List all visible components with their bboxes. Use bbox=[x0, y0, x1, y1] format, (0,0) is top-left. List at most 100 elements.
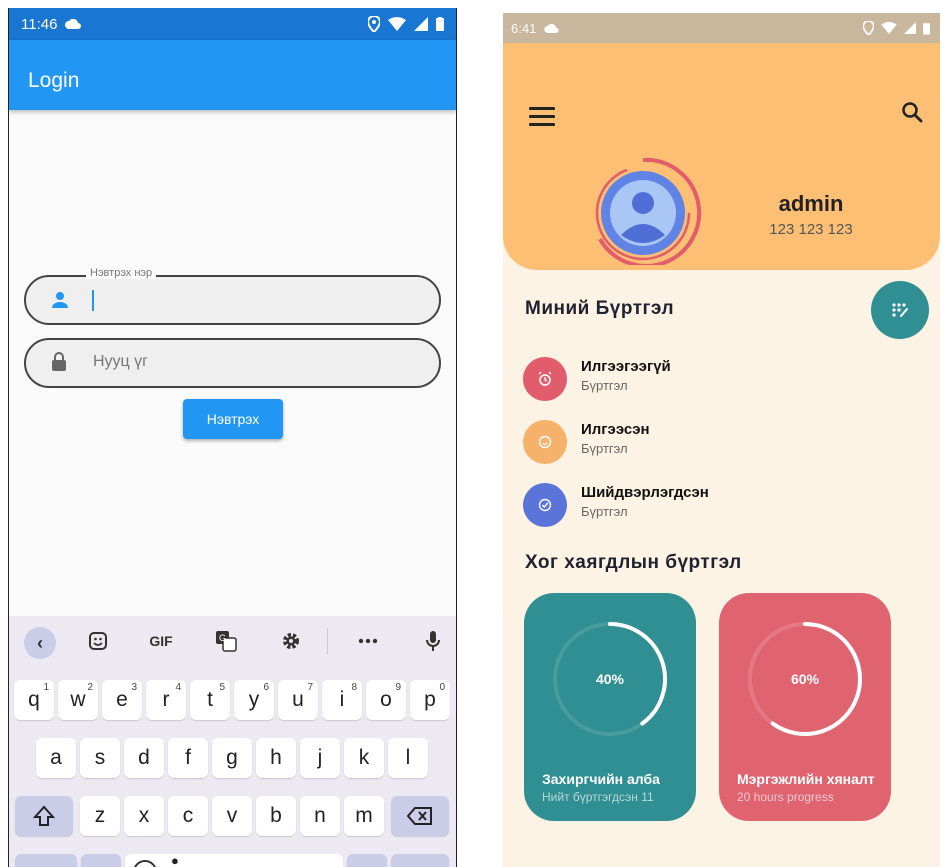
status-time: 6:41 bbox=[511, 20, 537, 36]
gear-icon[interactable] bbox=[277, 628, 305, 654]
shift-key[interactable] bbox=[15, 796, 73, 836]
key-j[interactable]: j bbox=[300, 738, 340, 778]
password-field[interactable]: Нууц үг bbox=[24, 338, 441, 388]
key-d[interactable]: d bbox=[124, 738, 164, 778]
key-s[interactable]: s bbox=[80, 738, 120, 778]
key-m[interactable]: m bbox=[344, 796, 384, 836]
paw-icon: ● bbox=[171, 853, 179, 867]
gif-button[interactable]: GIF bbox=[141, 628, 181, 654]
key-b[interactable]: b bbox=[256, 796, 296, 836]
user-name: admin bbox=[778, 191, 844, 216]
translate-icon[interactable]: G bbox=[212, 628, 240, 654]
key-k[interactable]: k bbox=[344, 738, 384, 778]
card-title: Захиргчийн алба bbox=[542, 771, 660, 787]
profile-header: admin 123 123 123 bbox=[503, 43, 940, 270]
chevron-left-icon[interactable]: ‹ bbox=[24, 627, 56, 659]
signal-icon bbox=[414, 17, 428, 31]
key-c[interactable]: c bbox=[168, 796, 208, 836]
avatar bbox=[583, 155, 703, 270]
person-icon bbox=[52, 292, 68, 308]
cloud-icon bbox=[65, 19, 82, 29]
card-title: Мэргэжлийн хяналт bbox=[737, 771, 875, 787]
microphone-icon[interactable] bbox=[419, 628, 447, 654]
key-p[interactable]: p0 bbox=[410, 680, 450, 720]
key-n[interactable]: n bbox=[300, 796, 340, 836]
card-subtitle: 20 hours progress bbox=[737, 790, 834, 804]
enter-key[interactable] bbox=[391, 854, 449, 867]
progress-card-inspection[interactable]: 60% Мэргэжлийн хяналт 20 hours progress bbox=[719, 593, 891, 821]
key-u[interactable]: u7 bbox=[278, 680, 318, 720]
key-o[interactable]: o9 bbox=[366, 680, 406, 720]
waste-registration-title: Хог хаягдлын бүртгэл bbox=[525, 552, 742, 573]
key-i[interactable]: i8 bbox=[322, 680, 362, 720]
space-key[interactable]: ● bbox=[125, 853, 343, 867]
key-f[interactable]: f bbox=[168, 738, 208, 778]
toolbar-divider bbox=[327, 628, 328, 654]
text-caret bbox=[92, 290, 94, 311]
key-z[interactable]: z bbox=[80, 796, 120, 836]
emoji-icon bbox=[133, 860, 157, 867]
registration-subtitle: Бүртгэл bbox=[581, 504, 628, 519]
app-bar-title: Login bbox=[28, 69, 80, 92]
card-subtitle: Нийт бүртгэгдсэн 11 bbox=[542, 790, 654, 804]
signal-icon bbox=[904, 22, 916, 34]
key-w[interactable]: w2 bbox=[58, 680, 98, 720]
search-icon[interactable] bbox=[901, 101, 923, 123]
dialpad-button[interactable] bbox=[871, 281, 929, 339]
comma-key[interactable] bbox=[81, 854, 121, 867]
status-bar: 11:46 bbox=[9, 8, 456, 40]
key-r[interactable]: r4 bbox=[146, 680, 186, 720]
login-button[interactable]: Нэвтрэх bbox=[183, 399, 283, 439]
key-a[interactable]: a bbox=[36, 738, 76, 778]
menu-icon[interactable] bbox=[529, 107, 555, 131]
key-y[interactable]: y6 bbox=[234, 680, 274, 720]
alarm-icon bbox=[538, 371, 552, 386]
registration-subtitle: Бүртгэл bbox=[581, 441, 628, 456]
key-v[interactable]: v bbox=[212, 796, 252, 836]
my-registration-title: Миний Бүртгэл bbox=[525, 298, 675, 319]
key-e[interactable]: e3 bbox=[102, 680, 142, 720]
keyboard-toolbar: ‹ GIF G bbox=[9, 616, 456, 666]
username-field[interactable]: Нэвтрэх нэр bbox=[24, 267, 441, 325]
wifi-icon bbox=[881, 22, 897, 34]
key-q[interactable]: q1 bbox=[14, 680, 54, 720]
username-label: Нэвтрэх нэр bbox=[86, 267, 157, 279]
user-phone: 123 123 123 bbox=[769, 221, 853, 238]
location-icon bbox=[368, 16, 380, 32]
key-t[interactable]: t5 bbox=[190, 680, 230, 720]
cloud-icon bbox=[544, 23, 559, 33]
progress-percent: 60% bbox=[790, 671, 820, 687]
sticker-icon[interactable] bbox=[84, 628, 112, 654]
status-bar: 6:41 bbox=[503, 13, 940, 43]
check-circle-icon bbox=[538, 498, 552, 512]
reg-dot-1 bbox=[523, 420, 567, 464]
registration-title: Шийдвэрлэгдсэн bbox=[581, 484, 709, 501]
location-icon bbox=[863, 21, 874, 35]
wifi-icon bbox=[388, 17, 406, 31]
progress-percent: 40% bbox=[595, 671, 625, 687]
lock-icon bbox=[52, 352, 66, 371]
backspace-key[interactable] bbox=[391, 796, 449, 836]
reg-dot-2 bbox=[523, 483, 567, 527]
registration-title: Илгээгээгүй bbox=[581, 358, 671, 375]
key-g[interactable]: g bbox=[212, 738, 252, 778]
progress-card-admin[interactable]: 40% Захиргчийн алба Нийт бүртгэгдсэн 11 bbox=[524, 593, 696, 821]
key-l[interactable]: l bbox=[388, 738, 428, 778]
registration-subtitle: Бүртгэл bbox=[581, 378, 628, 393]
battery-icon bbox=[436, 17, 444, 31]
login-screen: 11:46 Login Нэвтрэх нэр Нууц үг Нэвтрэх … bbox=[8, 8, 457, 867]
key-x[interactable]: x bbox=[124, 796, 164, 836]
registration-title: Илгээсэн bbox=[581, 421, 650, 438]
on-screen-keyboard: ‹ GIF G q1w2e3r4t5y6u7i8o9p0 asdfghjkl z… bbox=[9, 616, 456, 867]
symbols-key[interactable] bbox=[15, 854, 77, 867]
dialpad-icon bbox=[892, 303, 908, 317]
svg-text:G: G bbox=[219, 633, 226, 643]
dashboard-screen: 6:41 admin 123 123 123 Миний Бүртгэл Илг… bbox=[503, 13, 940, 867]
password-placeholder: Нууц үг bbox=[93, 353, 148, 370]
period-key[interactable] bbox=[347, 854, 387, 867]
more-icon[interactable] bbox=[354, 628, 382, 654]
key-h[interactable]: h bbox=[256, 738, 296, 778]
status-time: 11:46 bbox=[21, 15, 58, 33]
app-bar: Login bbox=[9, 40, 456, 110]
reg-dot-0 bbox=[523, 357, 567, 401]
